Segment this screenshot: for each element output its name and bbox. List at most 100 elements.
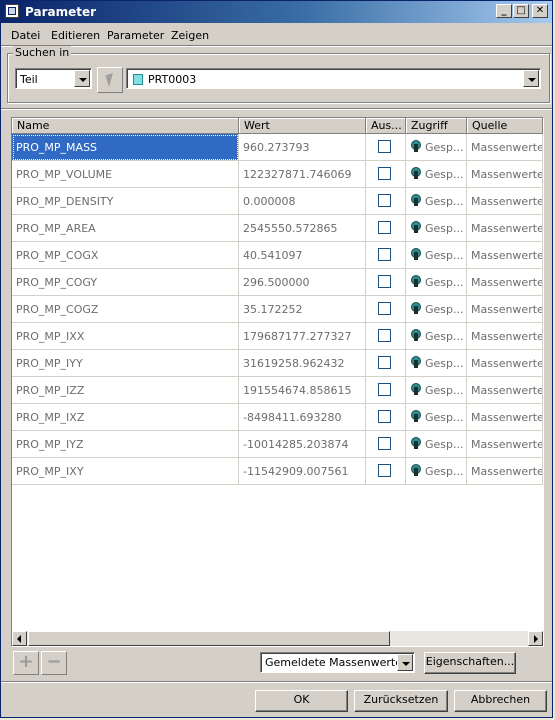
column-header-designate[interactable]: Aus... — [366, 118, 406, 134]
access-cell[interactable]: Gesp... — [406, 323, 467, 350]
access-label: Gesp... — [425, 384, 464, 397]
designate-cell — [366, 296, 406, 323]
designate-checkbox[interactable] — [378, 221, 391, 234]
chevron-down-icon[interactable] — [397, 654, 413, 671]
scroll-thumb[interactable] — [28, 631, 390, 646]
title-bar[interactable]: Parameter _ □ ✕ — [1, 1, 552, 23]
cancel-button[interactable]: Abbrechen — [454, 690, 547, 712]
column-header-access[interactable]: Zugriff — [406, 118, 467, 134]
add-parameter-button[interactable]: + — [13, 651, 39, 675]
table-row[interactable]: PRO_MP_COGY 296.500000 Gesp... Massenwerte — [12, 269, 543, 296]
filter-select[interactable]: Gemeldete Massenwerte — [260, 652, 415, 673]
table-row[interactable]: PRO_MP_COGX 40.541097 Gesp... Massenwerte — [12, 242, 543, 269]
minimize-button[interactable]: _ — [496, 4, 512, 18]
table-row[interactable]: PRO_MP_DENSITY 0.000008 Gesp... Massenwerte — [12, 188, 543, 215]
access-label: Gesp... — [425, 411, 464, 424]
access-cell[interactable]: Gesp... — [406, 215, 467, 242]
menu-editieren[interactable]: Editieren — [51, 29, 100, 42]
parameter-name[interactable]: PRO_MP_COGZ — [12, 296, 239, 323]
properties-button[interactable]: Eigenschaften... — [424, 652, 516, 674]
parameter-name[interactable]: PRO_MP_IZZ — [12, 377, 239, 404]
access-cell[interactable]: Gesp... — [406, 269, 467, 296]
lock-icon — [410, 464, 422, 477]
parameter-name[interactable]: PRO_MP_DENSITY — [12, 188, 239, 215]
access-cell[interactable]: Gesp... — [406, 188, 467, 215]
parameter-value[interactable]: 2545550.572865 — [239, 215, 366, 242]
designate-checkbox[interactable] — [378, 248, 391, 261]
reset-button[interactable]: Zurücksetzen — [354, 690, 448, 712]
parameter-value[interactable]: 35.172252 — [239, 296, 366, 323]
scope-select[interactable]: Teil — [15, 68, 92, 89]
access-cell[interactable]: Gesp... — [406, 431, 467, 458]
menu-zeigen[interactable]: Zeigen — [171, 29, 209, 42]
access-cell[interactable]: Gesp... — [406, 161, 467, 188]
table-row[interactable]: PRO_MP_VOLUME 122327871.746069 Gesp... Mass… — [12, 161, 543, 188]
parameter-value[interactable]: -10014285.203874 — [239, 431, 366, 458]
table-row[interactable]: PRO_MP_IYY 31619258.962432 Gesp... Massenwe… — [12, 350, 543, 377]
parameter-value[interactable]: -8498411.693280 — [239, 404, 366, 431]
horizontal-scrollbar[interactable] — [12, 631, 543, 646]
table-row[interactable]: PRO_MP_IXY -11542909.007561 Gesp... Massenw… — [12, 458, 543, 485]
maximize-button[interactable]: □ — [513, 4, 529, 18]
access-cell[interactable]: Gesp... — [406, 458, 467, 485]
access-cell[interactable]: Gesp... — [406, 296, 467, 323]
menu-datei[interactable]: Datei — [11, 29, 40, 42]
parameter-name[interactable]: PRO_MP_COGY — [12, 269, 239, 296]
table-row[interactable]: PRO_MP_IZZ 191554674.858615 Gesp... Massenw… — [12, 377, 543, 404]
chevron-down-icon[interactable] — [523, 70, 539, 87]
designate-checkbox[interactable] — [378, 140, 391, 153]
chevron-down-icon[interactable] — [74, 70, 90, 87]
column-header-source[interactable]: Quelle — [467, 118, 543, 134]
access-cell[interactable]: Gesp... — [406, 350, 467, 377]
designate-checkbox[interactable] — [378, 356, 391, 369]
parameter-name[interactable]: PRO_MP_COGX — [12, 242, 239, 269]
parameter-name[interactable]: PRO_MP_IYY — [12, 350, 239, 377]
lock-icon — [410, 140, 422, 153]
parameter-value[interactable]: 179687177.277327 — [239, 323, 366, 350]
remove-parameter-button[interactable]: − — [41, 651, 67, 675]
parameter-value[interactable]: 296.500000 — [239, 269, 366, 296]
scroll-right-icon[interactable] — [528, 631, 543, 646]
column-header-value[interactable]: Wert — [239, 118, 366, 134]
parameter-name[interactable]: PRO_MP_MASS — [12, 134, 239, 161]
parameter-name[interactable]: PRO_MP_IYZ — [12, 431, 239, 458]
designate-checkbox[interactable] — [378, 464, 391, 477]
close-button[interactable]: ✕ — [532, 4, 548, 18]
scroll-left-icon[interactable] — [12, 631, 27, 646]
designate-checkbox[interactable] — [378, 437, 391, 450]
parameter-value[interactable]: -11542909.007561 — [239, 458, 366, 485]
group-separator — [1, 108, 552, 110]
designate-checkbox[interactable] — [378, 383, 391, 396]
parameter-value[interactable]: 31619258.962432 — [239, 350, 366, 377]
object-select[interactable]: PRT0003 — [126, 68, 541, 89]
parameter-value[interactable]: 960.273793 — [239, 134, 366, 161]
column-header-name[interactable]: Name — [12, 118, 239, 134]
designate-checkbox[interactable] — [378, 167, 391, 180]
parameter-value[interactable]: 191554674.858615 — [239, 377, 366, 404]
parameter-name[interactable]: PRO_MP_IXX — [12, 323, 239, 350]
designate-checkbox[interactable] — [378, 302, 391, 315]
designate-checkbox[interactable] — [378, 410, 391, 423]
designate-checkbox[interactable] — [378, 329, 391, 342]
menu-parameter[interactable]: Parameter — [107, 29, 164, 42]
table-row[interactable]: PRO_MP_IXX 179687177.277327 Gesp... Massenw… — [12, 323, 543, 350]
parameter-name[interactable]: PRO_MP_IXZ — [12, 404, 239, 431]
parameter-value[interactable]: 0.000008 — [239, 188, 366, 215]
parameter-value[interactable]: 40.541097 — [239, 242, 366, 269]
access-cell[interactable]: Gesp... — [406, 134, 467, 161]
table-row[interactable]: PRO_MP_IXZ -8498411.693280 Gesp... Massenwe… — [12, 404, 543, 431]
access-cell[interactable]: Gesp... — [406, 404, 467, 431]
table-row[interactable]: PRO_MP_COGZ 35.172252 Gesp... Massenwerte — [12, 296, 543, 323]
table-row[interactable]: PRO_MP_AREA 2545550.572865 Gesp... Massenwe… — [12, 215, 543, 242]
parameter-name[interactable]: PRO_MP_VOLUME — [12, 161, 239, 188]
table-row[interactable]: PRO_MP_IYZ -10014285.203874 Gesp... Massenw… — [12, 431, 543, 458]
designate-checkbox[interactable] — [378, 275, 391, 288]
table-row[interactable]: PRO_MP_MASS 960.273793 Gesp... Massenwerte — [12, 134, 543, 161]
parameter-value[interactable]: 122327871.746069 — [239, 161, 366, 188]
parameter-name[interactable]: PRO_MP_IXY — [12, 458, 239, 485]
parameter-name[interactable]: PRO_MP_AREA — [12, 215, 239, 242]
designate-checkbox[interactable] — [378, 194, 391, 207]
ok-button[interactable]: OK — [255, 690, 348, 712]
access-cell[interactable]: Gesp... — [406, 242, 467, 269]
access-cell[interactable]: Gesp... — [406, 377, 467, 404]
